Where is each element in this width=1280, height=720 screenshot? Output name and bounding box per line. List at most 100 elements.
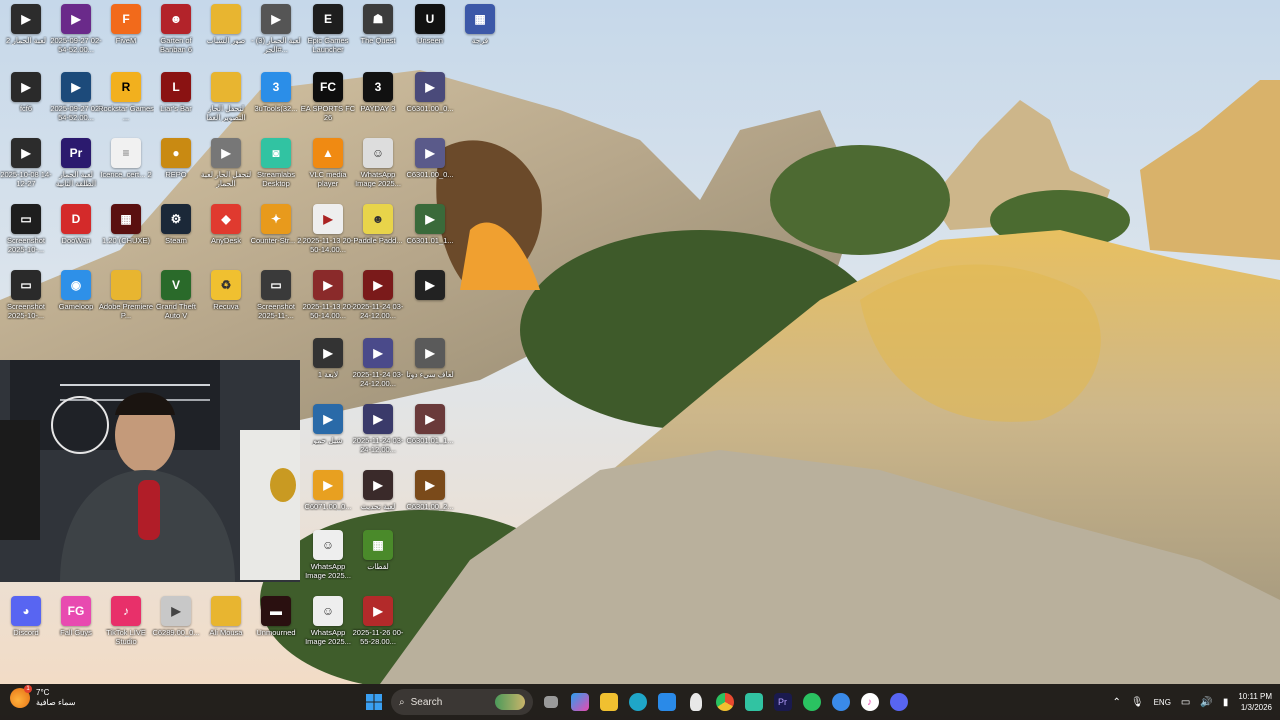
desktop-icon[interactable]: ☺ WhatsApp Image 2025... xyxy=(302,596,354,658)
desktop-icon[interactable]: ♪ TikTok LIVE Studio xyxy=(100,596,152,658)
desktop-icon[interactable]: ☺ WhatsApp Image 2025... xyxy=(302,530,354,592)
desktop-icon[interactable]: ≡ Icence_cert... 2 xyxy=(100,138,152,200)
video-thumbnail-icon: ▶ xyxy=(415,72,445,102)
desktop-icon[interactable]: ☺ WhatsApp Image 2025... xyxy=(352,138,404,200)
desktop-icon[interactable]: ▶ xyxy=(404,270,456,332)
edge-button[interactable] xyxy=(626,691,649,714)
desktop-icon[interactable]: ▶ C6301.00_2... xyxy=(404,470,456,532)
desktop-icon[interactable]: ▭ Screenshot 2025-10-... xyxy=(0,270,52,332)
desktop-icon[interactable]: ▶ لتحفل الحار لعبة الحمار xyxy=(200,138,252,200)
desktop-icon[interactable]: ▶ 2025-11-24 03-24-12.00... xyxy=(352,270,404,332)
desktop-icon[interactable]: ▶ 2025-10-08 14-12-27 xyxy=(0,138,52,200)
desktop-icon[interactable]: L Liar's Bar xyxy=(150,72,202,134)
desktop-icon[interactable]: U Unseen xyxy=(404,4,456,66)
task-view-button[interactable] xyxy=(539,691,562,714)
rockstar-icon: R xyxy=(111,72,141,102)
desktop-icon[interactable]: R Rockstar Games ... xyxy=(98,72,154,134)
desktop-icon[interactable]: ▭ Screenshot 2025-11-... xyxy=(250,270,302,332)
clock[interactable]: 10:11 PM 1/3/2026 xyxy=(1238,691,1272,713)
start-button[interactable] xyxy=(362,691,385,714)
desktop-icon[interactable]: ◉ Gameloop xyxy=(50,270,102,332)
language-indicator[interactable]: ENG xyxy=(1154,698,1171,707)
desktop-icon[interactable]: ▶ 2025-11-13 20-50-14.00... xyxy=(302,204,354,266)
discord-button[interactable] xyxy=(887,691,910,714)
desktop-icon[interactable]: ▬ Unmourned xyxy=(250,596,302,658)
desktop-icon[interactable]: ▶ لعبة الحمار (3) - #الجز... xyxy=(250,4,302,66)
desktop-icon[interactable]: ▶ C6301.01_1... xyxy=(404,404,456,466)
desktop-icon[interactable]: ☻ Garten of Banban 6 xyxy=(150,4,202,66)
whatsapp-button[interactable] xyxy=(800,691,823,714)
store-button[interactable] xyxy=(655,691,678,714)
desktop-icon[interactable]: ▲ VLC media player xyxy=(302,138,354,200)
desktop-icon[interactable]: FC EA SPORTS FC 26 xyxy=(301,72,355,134)
desktop-icon[interactable]: F FiveM xyxy=(100,4,152,66)
system-tray: ⌃ 🎙 ENG ▭ 🔊 ▮ 10:11 PM 1/3/2026 xyxy=(1112,684,1272,720)
desktop-icon[interactable]: Adobe Premiere P... xyxy=(99,270,153,332)
taskbar-search[interactable]: ⌕ Search xyxy=(391,689,533,715)
desktop-icon[interactable]: ▶ 2025-11-24 03-24-12.00... xyxy=(352,338,404,400)
desktop-icon[interactable]: FG Fall Guys xyxy=(50,596,102,658)
copilot-button[interactable] xyxy=(568,691,591,714)
desktop-icon[interactable]: ▭ Screenshot 2025-10-... xyxy=(0,204,52,266)
desktop-icon[interactable]: ● REPO xyxy=(150,138,202,200)
premiere-icon: Pr xyxy=(773,693,792,711)
desktop-icon[interactable]: ◆ AnyDesk xyxy=(200,204,252,266)
volume-icon[interactable]: 🔊 xyxy=(1200,697,1212,708)
game-icon: ▬ xyxy=(261,596,291,626)
camera-app-button[interactable] xyxy=(829,691,852,714)
desktop-icon[interactable]: Pr لعبة الحمار الطلقة الثانية xyxy=(50,138,102,200)
premiere-button[interactable]: Pr xyxy=(771,691,794,714)
desktop-icon[interactable]: ♻ Recuva xyxy=(200,270,252,332)
desktop-icon[interactable]: ✦ Counter-Str... 2 xyxy=(250,204,302,266)
desktop-icon[interactable]: ▦ لقطات xyxy=(352,530,404,592)
desktop-icon[interactable]: ▶ لعبة تحديث xyxy=(352,470,404,532)
desktop-icon[interactable]: ▶ C6301.00_0... xyxy=(404,72,456,134)
desktop-icon[interactable]: ▦ 1.20 (CHUXE) xyxy=(100,204,152,266)
desktop-icon[interactable]: ▶ C6301.00_0... xyxy=(404,138,456,200)
microphone-icon[interactable]: 🎙 xyxy=(1131,697,1144,708)
desktop-icon[interactable]: ☗ The Quest xyxy=(352,4,404,66)
folder-icon xyxy=(211,4,241,34)
desktop-icon[interactable]: ⚙ Steam xyxy=(150,204,202,266)
desktop-icon[interactable]: ▦ فرجة xyxy=(454,4,506,66)
video-thumbnail-icon: ▶ xyxy=(415,204,445,234)
desktop-icon[interactable]: ▶ C6071.00_0... xyxy=(302,470,354,532)
desktop-icon[interactable]: 3 PAYDAY 3 xyxy=(352,72,404,134)
desktop-icon[interactable]: 3 3uTools(32... xyxy=(250,72,302,134)
weather-widget[interactable]: 1 7°C سماء صافية xyxy=(10,685,76,708)
desktop-icon[interactable]: D DooWan xyxy=(50,204,102,266)
desktop-icon[interactable]: ◕ Discord xyxy=(0,596,52,658)
ghost-app-button[interactable] xyxy=(684,691,707,714)
desktop-icon[interactable]: ▶ 2025-11-13 20-50-14.00... xyxy=(302,270,354,332)
desktop-icon[interactable]: ▶ لعاف سيء دوتا xyxy=(404,338,456,400)
desktop-icon[interactable]: E Epic Games Launcher xyxy=(302,4,354,66)
weather-text: 7°C سماء صافية xyxy=(36,688,76,708)
desktop-icon[interactable]: ▶ شيل حمو xyxy=(302,404,354,466)
desktop-icon[interactable]: ▶ C6301.01_1... xyxy=(404,204,456,266)
file-explorer-button[interactable] xyxy=(597,691,620,714)
desktop-icon[interactable]: Ali Mousa xyxy=(200,596,252,658)
video-thumbnail-icon: ▶ xyxy=(61,72,91,102)
desktop-icon[interactable]: ▶ 2025-09-27 02-54-52.00... xyxy=(50,4,102,66)
network-icon[interactable]: ▭ xyxy=(1181,697,1190,708)
battery-icon[interactable]: ▮ xyxy=(1223,697,1229,708)
streamlabs-button[interactable] xyxy=(742,691,765,714)
desktop-icon[interactable]: ▶ لعبة الحمار 2 xyxy=(0,4,52,66)
desktop-icon[interactable]: ▶ لايعة 1 xyxy=(302,338,354,400)
desktop-icon[interactable]: ▶ 2025-11-26 00-55-28.00... xyxy=(352,596,404,658)
desktop-icon[interactable]: ▶ 2025-09-27 02-54-52.00... xyxy=(50,72,102,134)
video-thumbnail-icon: ▶ xyxy=(211,138,241,168)
payday-icon: 3 xyxy=(363,72,393,102)
itunes-button[interactable]: ♪ xyxy=(858,691,881,714)
desktop-icon[interactable]: ▶ fcf6 xyxy=(0,72,52,134)
folder-icon: ▦ xyxy=(363,530,393,560)
desktop-icon[interactable]: V Grand Theft Auto V xyxy=(150,270,202,332)
desktop-icon[interactable]: ☻ Paddle Padd... xyxy=(352,204,404,266)
desktop-icon[interactable]: ▶ 2025-11-24 03-24-12.00... xyxy=(352,404,404,466)
desktop-icon[interactable]: لتحفل الحار التصوير الغفا xyxy=(200,72,252,134)
desktop-icon[interactable]: ▶ C6289.00_0... xyxy=(150,596,202,658)
chrome-button[interactable] xyxy=(713,691,736,714)
desktop-icon[interactable]: ◙ Streamlabs Desktop xyxy=(250,138,302,200)
chevron-up-icon[interactable]: ⌃ xyxy=(1112,697,1120,708)
desktop-icon[interactable]: صور الشباب xyxy=(200,4,252,66)
